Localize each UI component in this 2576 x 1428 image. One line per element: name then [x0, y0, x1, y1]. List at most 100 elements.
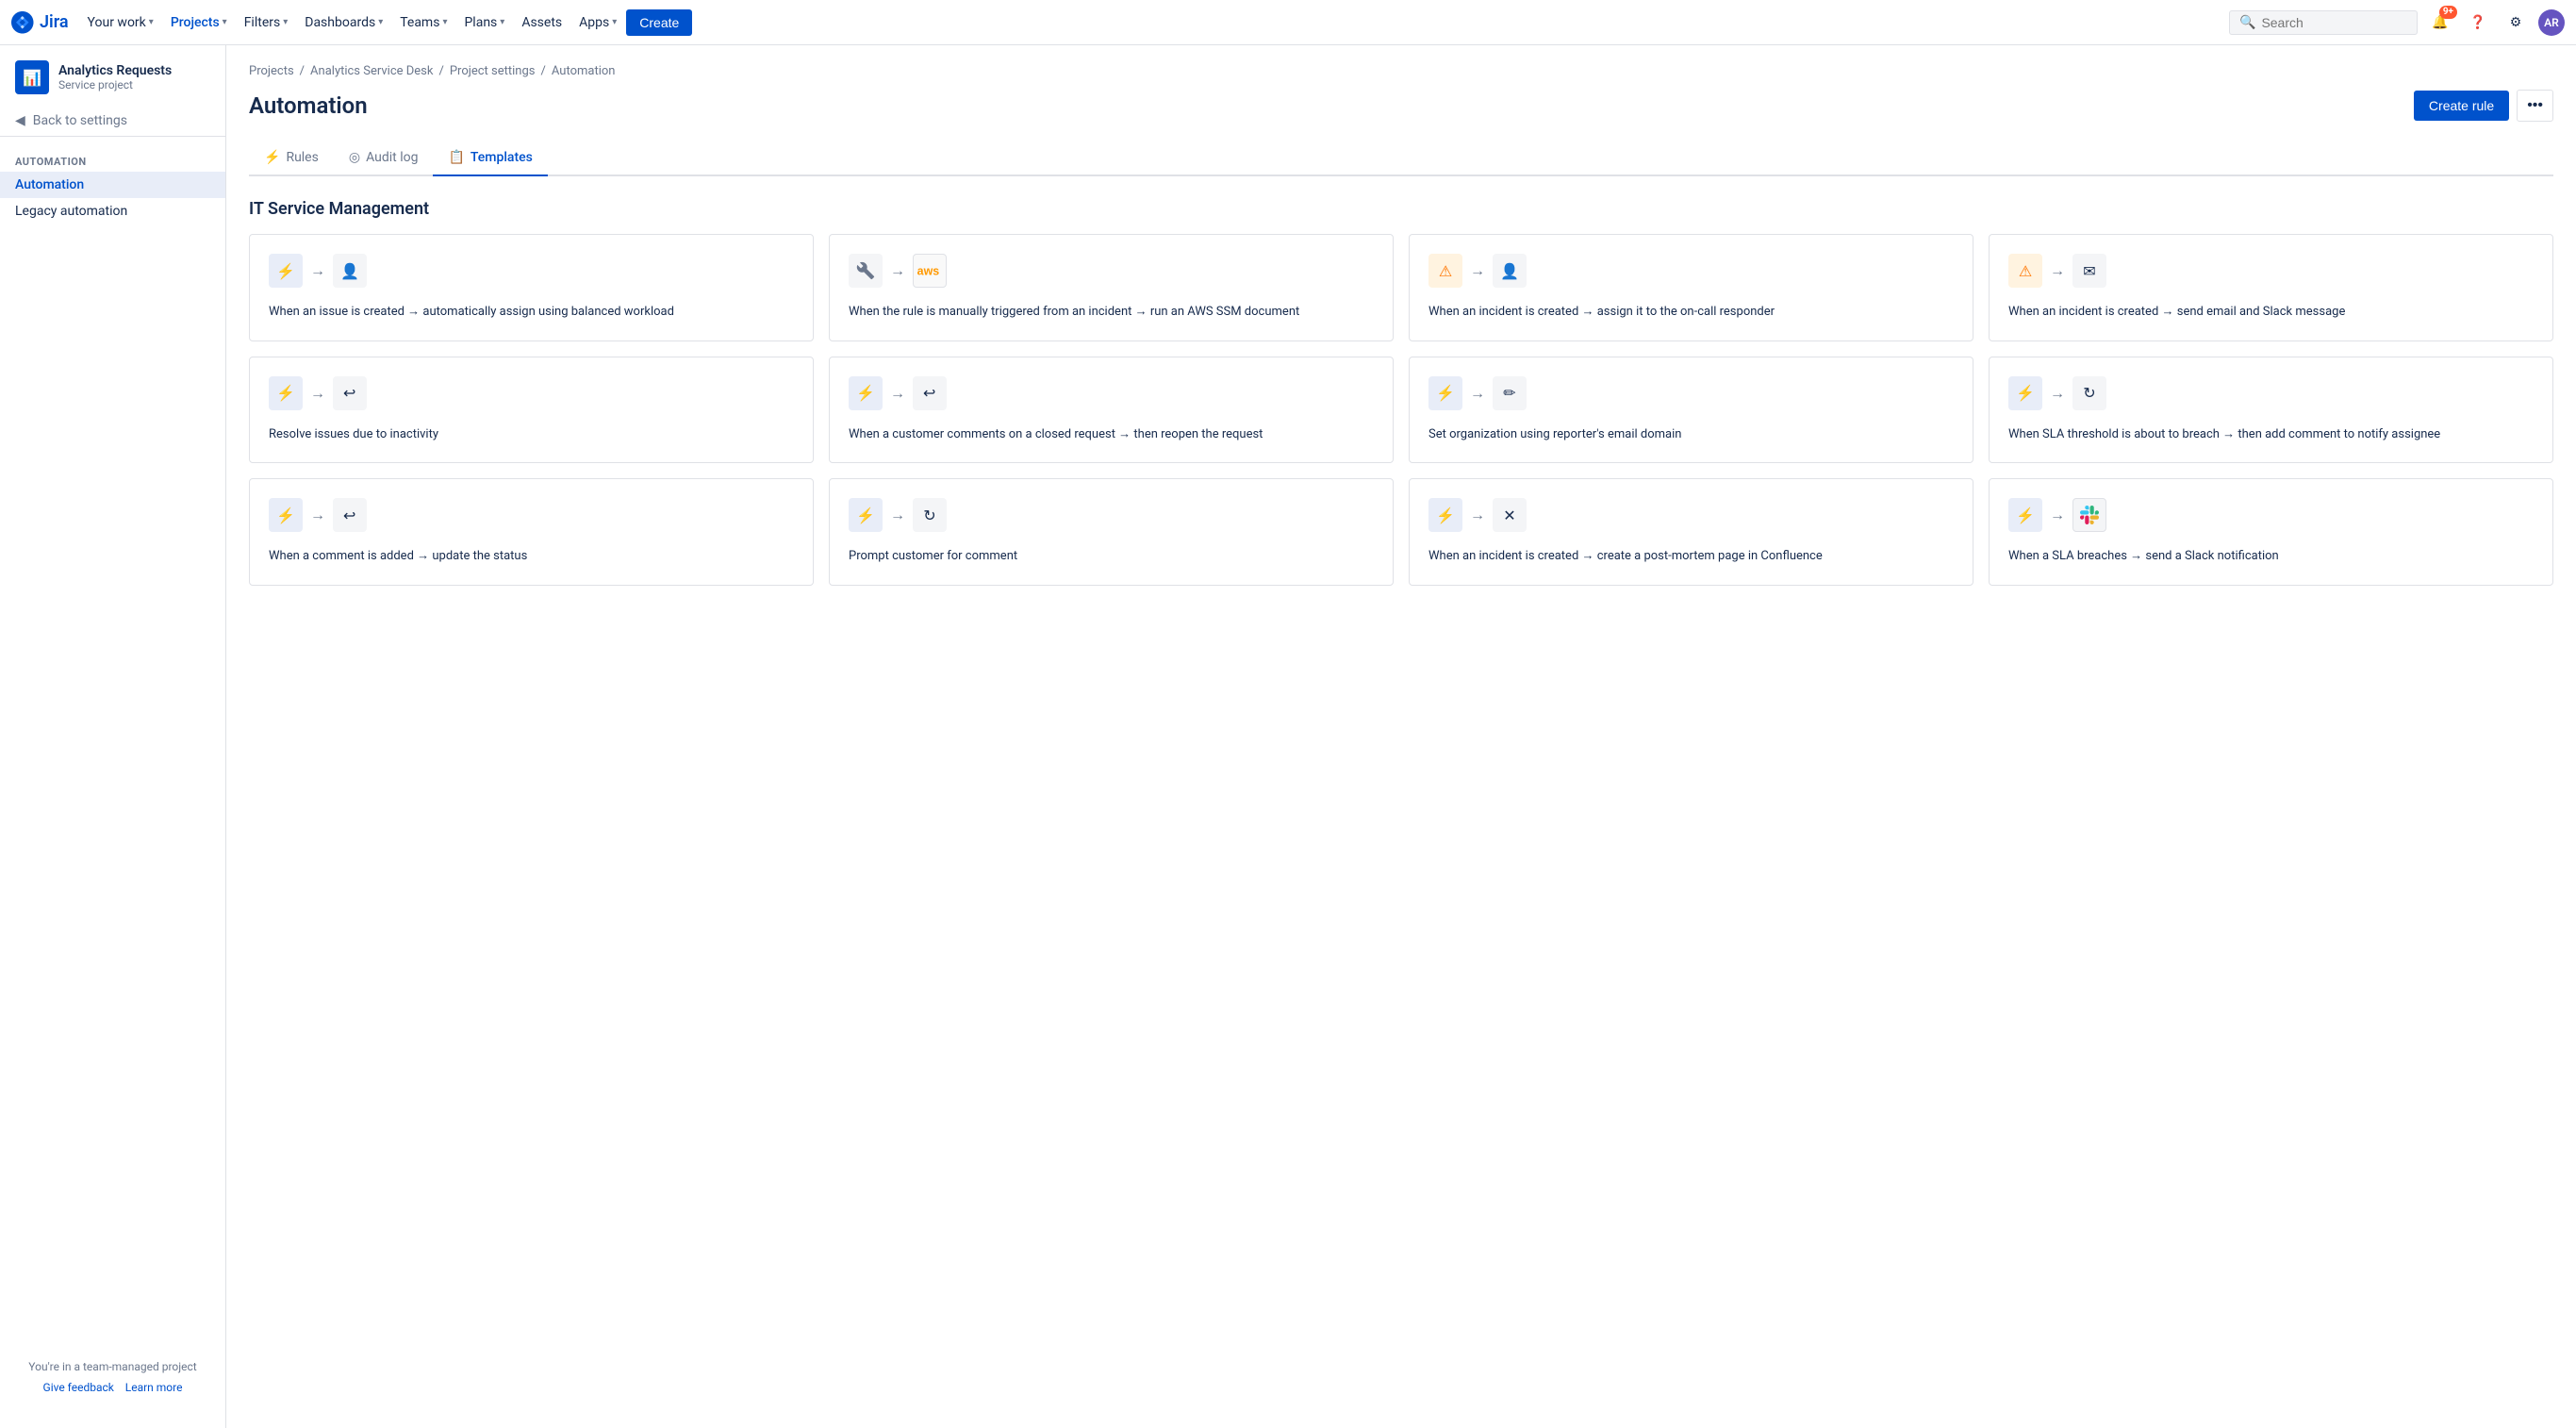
breadcrumb-sep: /	[438, 64, 443, 78]
header-actions: Create rule •••	[2414, 90, 2553, 122]
notifications-button[interactable]: 🔔 9+	[2425, 8, 2455, 38]
nav-item-projects[interactable]: Projects ▾	[163, 11, 235, 34]
trigger-icon: ⚡	[1428, 376, 1462, 410]
search-input[interactable]	[2261, 15, 2407, 30]
trigger-icon: ⚡	[269, 498, 303, 532]
back-to-settings[interactable]: ◀ Back to settings	[0, 106, 225, 137]
chevron-down-icon: ▾	[223, 17, 227, 27]
breadcrumb-analytics-service-desk[interactable]: Analytics Service Desk	[310, 64, 433, 78]
trigger-icon: ⚡	[849, 376, 883, 410]
card-on-call-responder[interactable]: ⚠ → 👤 When an incident is created → assi…	[1409, 234, 1973, 341]
avatar[interactable]: AR	[2538, 9, 2565, 36]
breadcrumb: Projects / Analytics Service Desk / Proj…	[249, 64, 2553, 78]
tab-rules[interactable]: ⚡ Rules	[249, 141, 334, 176]
breadcrumb-sep: /	[541, 64, 546, 78]
nav-item-your-work[interactable]: Your work ▾	[80, 11, 161, 34]
action-icon: 👤	[1493, 254, 1527, 288]
arrow-icon: →	[2050, 506, 2065, 524]
card-icons: ⚠ → 👤	[1428, 254, 1954, 288]
nav-item-filters[interactable]: Filters ▾	[237, 11, 296, 34]
arrow-icon: →	[890, 384, 905, 403]
project-type: Service project	[58, 78, 172, 91]
trigger-icon: ⚡	[269, 376, 303, 410]
arrow-icon: →	[310, 384, 325, 403]
templates-icon: 📋	[448, 150, 464, 165]
action-icon: ↻	[913, 498, 947, 532]
sidebar-item-legacy-automation[interactable]: Legacy automation	[0, 198, 225, 224]
card-text: Resolve issues due to inactivity	[269, 425, 794, 444]
card-confluence-page[interactable]: ⚡ → ✕ When an incident is created → crea…	[1409, 478, 1973, 586]
more-options-button[interactable]: •••	[2517, 90, 2553, 122]
tab-templates[interactable]: 📋 Templates	[433, 141, 547, 176]
nav-logo-text: Jira	[40, 12, 69, 32]
aws-logo-icon: aws	[916, 263, 943, 278]
card-reopen-request[interactable]: ⚡ → ↪ When a customer comments on a clos…	[829, 357, 1394, 464]
card-text: When a comment is added → update the sta…	[269, 547, 794, 566]
svg-text:aws: aws	[917, 264, 940, 277]
nav-item-teams[interactable]: Teams ▾	[392, 11, 454, 34]
breadcrumb-projects[interactable]: Projects	[249, 64, 294, 78]
card-icons: → aws	[849, 254, 1374, 288]
help-button[interactable]: ❓	[2463, 8, 2493, 38]
arrow-icon: →	[1470, 384, 1485, 403]
card-text: When a SLA breaches → send a Slack notif…	[2008, 547, 2534, 566]
tab-templates-label: Templates	[471, 150, 533, 165]
wrench-icon	[856, 261, 875, 280]
gear-icon: ⚙	[2510, 15, 2522, 30]
nav-item-plans[interactable]: Plans ▾	[456, 11, 512, 34]
action-icon	[2072, 498, 2106, 532]
search-container[interactable]: 🔍	[2229, 10, 2418, 35]
learn-more-link[interactable]: Learn more	[125, 1381, 183, 1394]
card-sla-threshold[interactable]: ⚡ → ↻ When SLA threshold is about to bre…	[1989, 357, 2553, 464]
card-prompt-customer[interactable]: ⚡ → ↻ Prompt customer for comment	[829, 478, 1394, 586]
card-slack-notification[interactable]: ⚡ →	[1989, 478, 2553, 586]
give-feedback-link[interactable]: Give feedback	[43, 1381, 114, 1394]
card-text: When the rule is manually triggered from…	[849, 303, 1374, 322]
team-managed-notice: You're in a team-managed project	[15, 1360, 210, 1373]
tab-audit-log[interactable]: ◎ Audit log	[334, 141, 434, 176]
nav-item-apps[interactable]: Apps ▾	[571, 11, 624, 34]
page-title: Automation	[249, 92, 368, 119]
top-nav: Jira Your work ▾ Projects ▾ Filters ▾ Da…	[0, 0, 2576, 45]
card-resolve-inactivity[interactable]: ⚡ → ↪ Resolve issues due to inactivity	[249, 357, 814, 464]
create-button[interactable]: Create	[626, 9, 692, 36]
card-icons: ⚠ → ✉	[2008, 254, 2534, 288]
card-icons: ⚡ → 👤	[269, 254, 794, 288]
nav-item-assets[interactable]: Assets	[514, 11, 570, 34]
card-text: Set organization using reporter's email …	[1428, 425, 1954, 444]
card-icons: ⚡ → ✕	[1428, 498, 1954, 532]
trigger-icon: ⚠	[2008, 254, 2042, 288]
trigger-icon: ⚡	[2008, 376, 2042, 410]
action-icon: ↪	[913, 376, 947, 410]
nav-logo[interactable]: Jira	[11, 11, 69, 34]
jira-logo-icon	[11, 11, 34, 34]
card-grid-row2: ⚡ → ↪ Resolve issues due to inactivity ⚡…	[249, 357, 2553, 464]
card-balanced-workload[interactable]: ⚡ → 👤 When an issue is created → automat…	[249, 234, 814, 341]
arrow-icon: →	[890, 261, 905, 280]
card-set-organization[interactable]: ⚡ → ✏ Set organization using reporter's …	[1409, 357, 1973, 464]
audit-icon: ◎	[349, 150, 360, 165]
breadcrumb-project-settings[interactable]: Project settings	[450, 64, 536, 78]
card-update-status[interactable]: ⚡ → ↪ When a comment is added → update t…	[249, 478, 814, 586]
card-text: When an incident is created → create a p…	[1428, 547, 1954, 566]
back-icon: ◀	[15, 113, 25, 128]
card-grid-row1: ⚡ → 👤 When an issue is created → automat…	[249, 234, 2553, 341]
nav-items: Your work ▾ Projects ▾ Filters ▾ Dashboa…	[80, 9, 2229, 36]
tab-rules-label: Rules	[286, 150, 318, 165]
nav-item-dashboards[interactable]: Dashboards ▾	[297, 11, 390, 34]
arrow-icon: →	[310, 506, 325, 524]
sidebar-footer: You're in a team-managed project Give fe…	[0, 1345, 225, 1409]
sidebar-item-automation[interactable]: Automation	[0, 172, 225, 198]
create-rule-button[interactable]: Create rule	[2414, 91, 2509, 121]
slack-icon	[2080, 506, 2099, 524]
settings-button[interactable]: ⚙	[2501, 8, 2531, 38]
chevron-down-icon: ▾	[378, 17, 383, 27]
sidebar: 📊 Analytics Requests Service project ◀ B…	[0, 45, 226, 1428]
action-icon: ✉	[2072, 254, 2106, 288]
card-aws-ssm[interactable]: → aws When the rule is manually triggere…	[829, 234, 1394, 341]
project-info: Analytics Requests Service project	[58, 63, 172, 91]
sidebar-item-label: Automation	[15, 177, 84, 192]
action-icon: ↪	[333, 498, 367, 532]
card-email-slack-message[interactable]: ⚠ → ✉ When an incident is created → send…	[1989, 234, 2553, 341]
main-content: Projects / Analytics Service Desk / Proj…	[226, 0, 2576, 1428]
